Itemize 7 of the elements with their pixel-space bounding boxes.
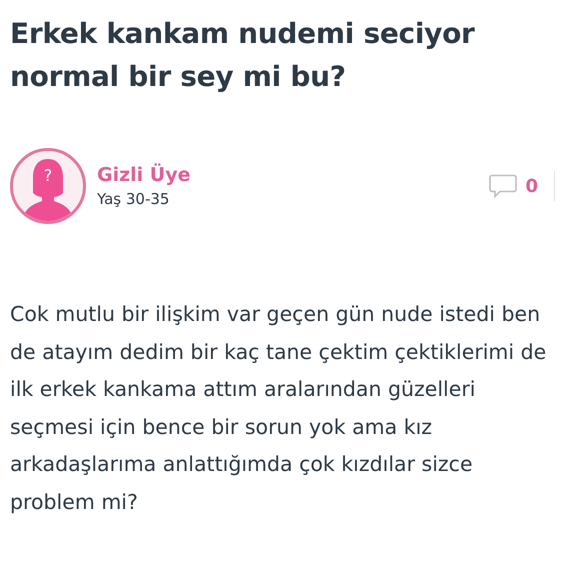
author-age: Yaş 30-35 (97, 190, 170, 208)
question-mark: ? (42, 167, 54, 185)
comment-count: 0 (525, 176, 538, 196)
author-name[interactable]: Gizli Üye (97, 164, 191, 186)
comment-icon[interactable] (489, 174, 518, 198)
question-title: Erkek kankam nudemi seciyor normal bir sey mi bu? (10, 16, 476, 95)
question-body: Cok mutlu bir ilişkim var geçen gün nude istedi ben de atayım dedim bir kaç tane çektim çektiklerimi de ilk erkek kankama attım aralarından güzelleri seçmesi için bence bir sorun yok ama kız arkadaşlarıma anlattığımda çok kızdılar sizce problem mi? (10, 301, 548, 516)
